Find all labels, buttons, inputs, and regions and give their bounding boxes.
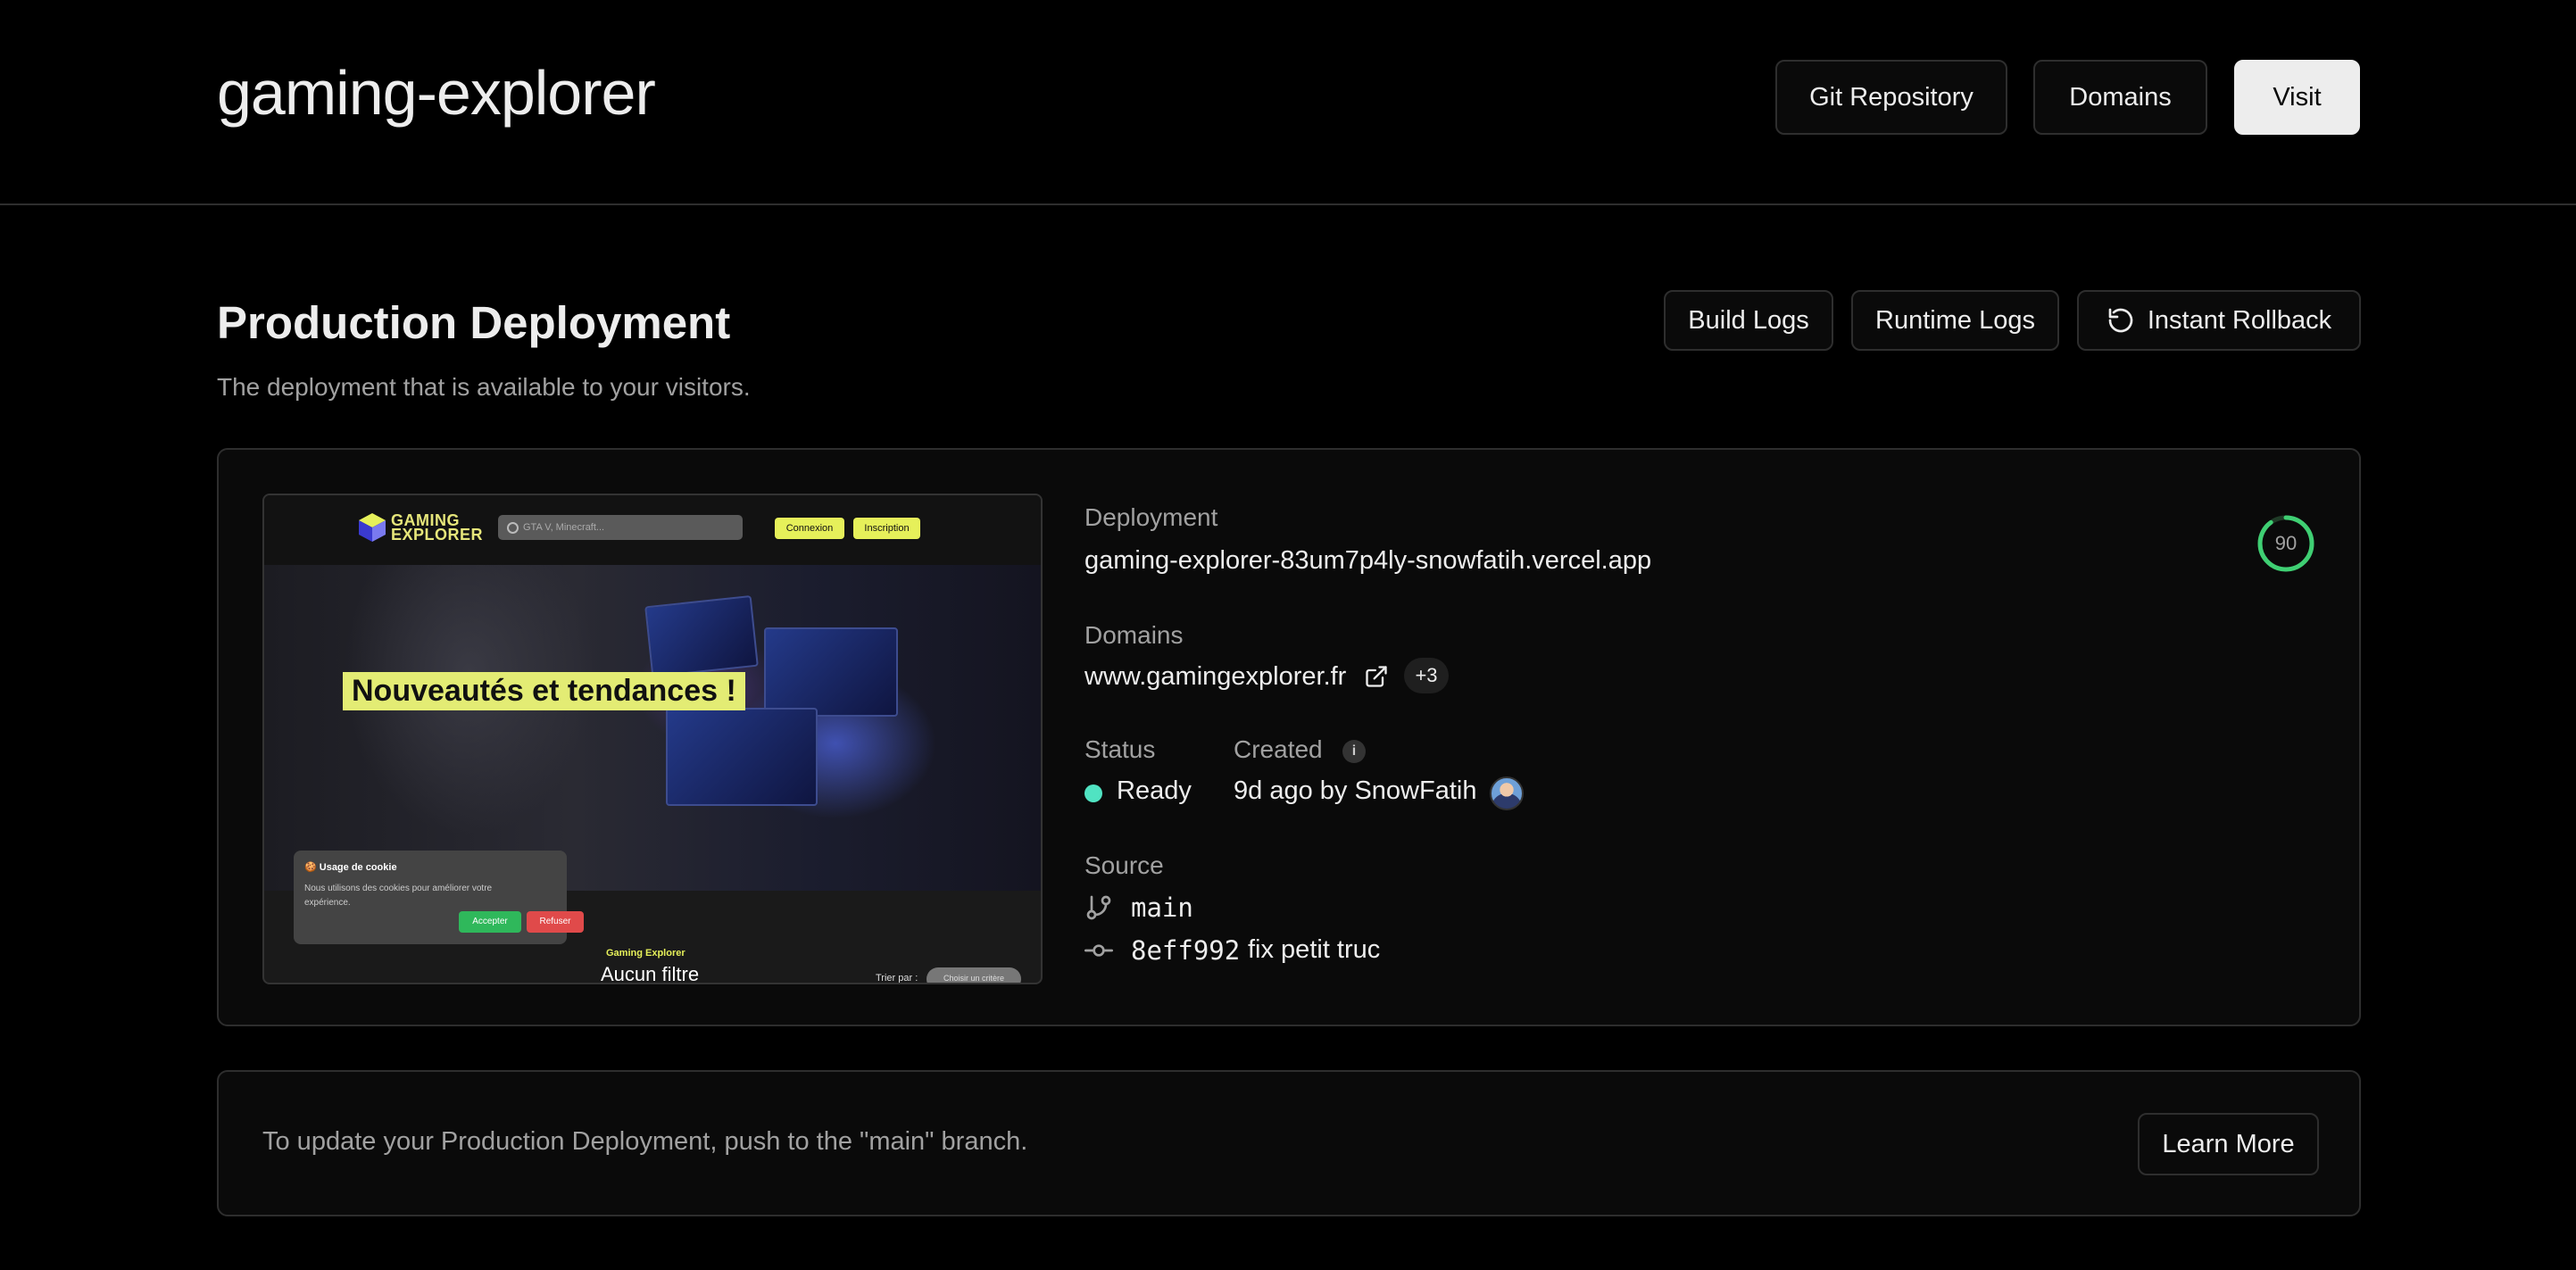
git-branch-icon — [1086, 895, 1111, 920]
status-dot — [1084, 784, 1102, 802]
visit-button[interactable]: Visit — [2234, 60, 2360, 135]
domains-button[interactable]: Domains — [2033, 60, 2207, 135]
preview-footer-title: Gaming Explorer — [606, 948, 686, 959]
commit-message[interactable]: fix petit truc — [1248, 935, 1380, 965]
instant-rollback-label: Instant Rollback — [2147, 305, 2332, 335]
source-label: Source — [1084, 851, 1164, 879]
logo-cube-icon — [359, 513, 386, 542]
runtime-logs-label: Runtime Logs — [1875, 305, 2035, 335]
deployment-label: Deployment — [1084, 503, 1218, 531]
git-commit-icon — [1084, 944, 1113, 957]
branch-name[interactable]: main — [1131, 892, 1193, 923]
performance-score[interactable]: 90 — [2256, 514, 2315, 573]
avatar[interactable] — [1490, 776, 1524, 810]
preview-search-input: GTA V, Minecraft... — [498, 515, 743, 540]
status-label: Status — [1084, 735, 1156, 763]
preview-connexion-button: Connexion — [775, 518, 844, 539]
score-value: 90 — [2274, 532, 2298, 554]
section-title: Production Deployment — [217, 297, 731, 348]
domain-link[interactable]: www.gamingexplorer.fr — [1084, 662, 1346, 692]
cookie-text: Nous utilisons des cookies pour améliore… — [304, 884, 493, 908]
preview-navbar: GAMING EXPLORER GTA V, Minecraft... Conn… — [264, 495, 1041, 565]
instant-rollback-button[interactable]: Instant Rollback — [2077, 290, 2361, 351]
logo-line2: EXPLORER — [391, 526, 484, 544]
build-logs-label: Build Logs — [1688, 305, 1809, 335]
project-header: gaming-explorer Git Repository Domains V… — [0, 0, 2576, 205]
project-title: gaming-explorer — [217, 58, 656, 128]
banner-text: To update your Production Deployment, pu… — [262, 1127, 1028, 1156]
runtime-logs-button[interactable]: Runtime Logs — [1851, 290, 2059, 351]
preview-monitor — [644, 594, 759, 678]
deployment-url-link[interactable]: gaming-explorer-83um7p4ly-snowfatih.verc… — [1084, 546, 1651, 576]
preview-inscription-button: Inscription — [853, 518, 920, 539]
deployment-preview[interactable]: GAMING EXPLORER GTA V, Minecraft... Conn… — [262, 494, 1043, 984]
preview-monitor — [764, 627, 898, 717]
cookie-title: 🍪 Usage de cookie — [304, 862, 397, 873]
preview-monitor — [666, 708, 818, 806]
extra-domains-badge[interactable]: +3 — [1404, 658, 1449, 693]
learn-more-button[interactable]: Learn More — [2138, 1113, 2319, 1175]
preview-cookie-banner: 🍪 Usage de cookie Nous utilisons des coo… — [294, 851, 584, 944]
deployment-card: GAMING EXPLORER GTA V, Minecraft... Conn… — [217, 448, 2361, 1026]
build-logs-button[interactable]: Build Logs — [1664, 290, 1833, 351]
rollback-icon — [2108, 308, 2133, 333]
preview-headline: Nouveautés et tendances ! — [343, 672, 745, 710]
preview-hero-image — [264, 565, 1041, 891]
domains-label: Domains — [1084, 621, 1184, 649]
update-info-banner: To update your Production Deployment, pu… — [217, 1070, 2361, 1216]
status-value: Ready — [1117, 776, 1192, 805]
created-value: 9d ago by SnowFatih — [1234, 776, 1477, 805]
preview-footer-filter: Aucun filtre — [601, 963, 700, 984]
info-icon[interactable]: i — [1342, 740, 1366, 763]
preview-sort-label: Trier par : — [876, 973, 918, 984]
preview-logo-text: GAMING EXPLORER — [391, 512, 484, 544]
cookie-accept-button: Accepter — [459, 911, 521, 933]
git-repository-button[interactable]: Git Repository — [1775, 60, 2007, 135]
created-label: Created — [1234, 735, 1323, 763]
external-link-icon[interactable] — [1364, 664, 1389, 689]
preview-sort-button: Choisir un critère — [927, 967, 1021, 983]
cookie-refuse-button: Refuser — [527, 911, 584, 933]
commit-hash[interactable]: 8eff992 — [1131, 935, 1240, 966]
section-subtitle: The deployment that is available to your… — [217, 373, 751, 401]
